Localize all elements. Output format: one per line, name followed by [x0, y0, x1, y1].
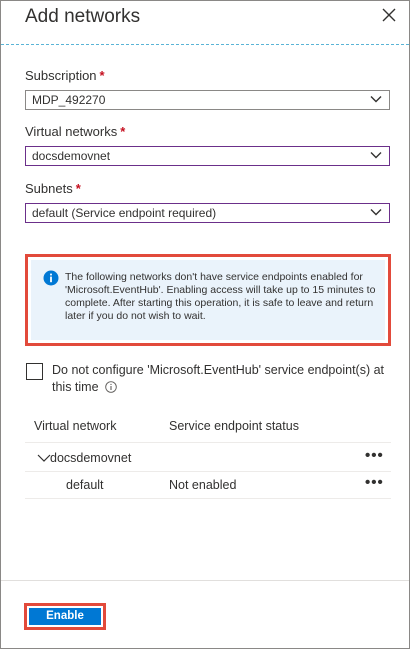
- table-row-network-name: docsdemovnet: [50, 451, 132, 465]
- info-icon: [43, 270, 59, 286]
- virtual-networks-dropdown[interactable]: docsdemovnet: [25, 146, 390, 166]
- close-icon[interactable]: [381, 7, 397, 23]
- chevron-down-icon: [370, 208, 382, 217]
- add-networks-panel: Add networks Subscription * MDP_492270 Vi…: [0, 0, 410, 649]
- info-circle-icon[interactable]: [104, 381, 117, 393]
- more-options-icon[interactable]: •••: [365, 475, 384, 490]
- virtual-networks-label-text: Virtual networks: [25, 124, 118, 139]
- subscription-value: MDP_492270: [32, 93, 106, 107]
- required-marker: *: [120, 124, 126, 139]
- subnets-value: default (Service endpoint required): [32, 206, 217, 220]
- enable-button-highlight: Enable: [24, 603, 106, 630]
- column-header-virtual-network: Virtual network: [34, 419, 117, 433]
- service-endpoint-info-banner: The following networks don't have servic…: [25, 254, 391, 346]
- required-marker: *: [99, 68, 105, 83]
- enable-button[interactable]: Enable: [29, 608, 101, 625]
- subscription-dropdown[interactable]: MDP_492270: [25, 90, 390, 110]
- required-marker: *: [75, 181, 81, 196]
- info-banner-body: The following networks don't have servic…: [31, 260, 385, 340]
- row-divider: [25, 498, 391, 499]
- skip-endpoint-label-text: Do not configure 'Microsoft.EventHub' se…: [52, 363, 385, 394]
- column-header-endpoint-status: Service endpoint status: [169, 419, 299, 433]
- panel-header: Add networks: [1, 1, 409, 45]
- skip-endpoint-checkbox[interactable]: [26, 363, 43, 380]
- footer-divider: [1, 580, 409, 581]
- table-row-subnet-name: default: [66, 478, 104, 492]
- row-divider: [25, 471, 391, 472]
- header-divider: [25, 442, 391, 443]
- table-row-status: Not enabled: [169, 478, 237, 492]
- subnets-dropdown[interactable]: default (Service endpoint required): [25, 203, 390, 223]
- subscription-label: Subscription *: [25, 68, 105, 83]
- subnets-label: Subnets *: [25, 181, 81, 196]
- chevron-down-icon: [370, 151, 382, 160]
- skip-endpoint-label[interactable]: Do not configure 'Microsoft.EventHub' se…: [52, 362, 390, 396]
- chevron-down-icon[interactable]: [37, 451, 51, 465]
- chevron-down-icon: [370, 95, 382, 104]
- virtual-networks-label: Virtual networks *: [25, 124, 125, 139]
- subscription-label-text: Subscription: [25, 68, 97, 83]
- more-options-icon[interactable]: •••: [365, 448, 384, 463]
- virtual-networks-value: docsdemovnet: [32, 149, 111, 163]
- page-title: Add networks: [25, 6, 141, 27]
- info-banner-text: The following networks don't have servic…: [65, 271, 376, 322]
- subnets-label-text: Subnets: [25, 181, 73, 196]
